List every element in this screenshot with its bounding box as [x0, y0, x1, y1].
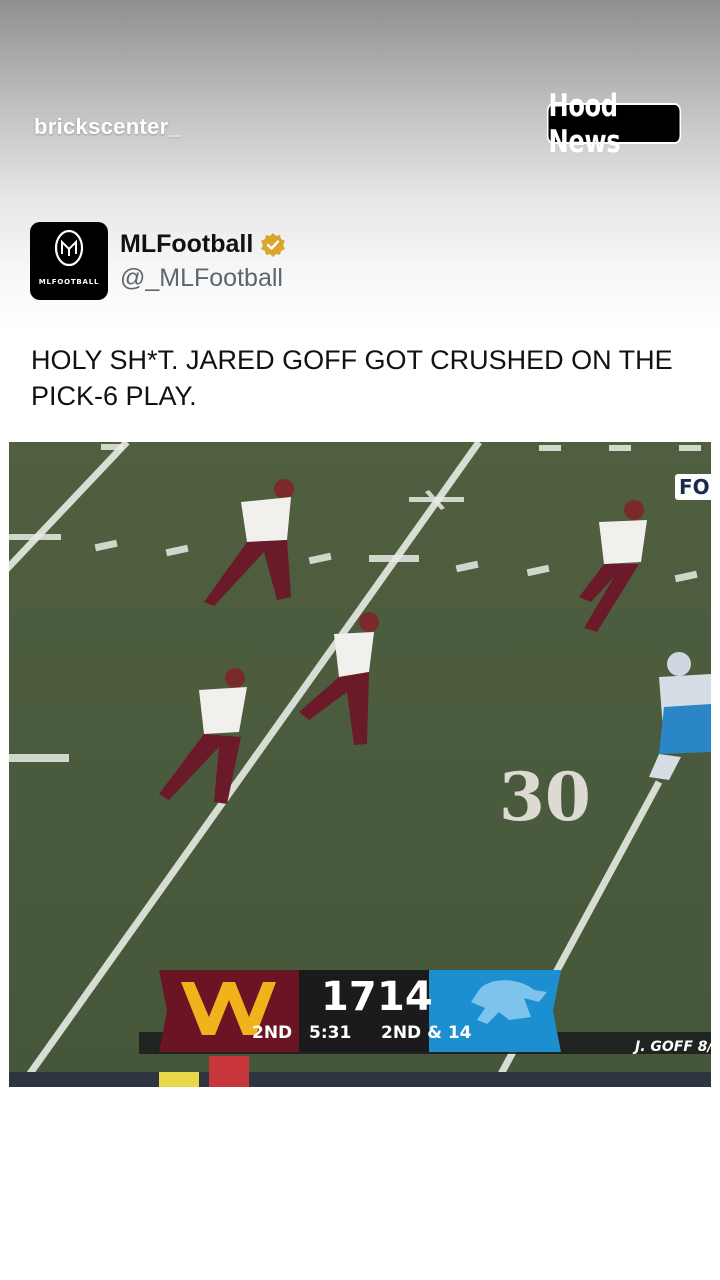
game-clock: 5:31 — [309, 1023, 351, 1043]
video-player[interactable]: 30 17 14 2ND 5:31 2ND & 14 J. GOFF 8/ FO — [9, 442, 711, 1087]
home-score: 17 — [321, 974, 377, 1020]
quarter: 2ND — [252, 1023, 292, 1043]
field-number: 30 — [499, 758, 591, 836]
overlay-username[interactable]: brickscenter_ — [34, 114, 181, 140]
player-caption: J. GOFF 8/ — [632, 1039, 711, 1055]
away-score: 14 — [377, 974, 433, 1020]
fox-network-logo: FO — [675, 474, 711, 500]
top-gradient-overlay — [0, 0, 720, 330]
down-distance: 2ND & 14 — [381, 1023, 472, 1043]
verified-badge-icon — [261, 233, 285, 257]
post-text: HOLY SH*T. JARED GOFF GOT CRUSHED ON THE… — [31, 345, 673, 411]
football-field-frame: 30 17 14 2ND 5:31 2ND & 14 J. GOFF 8/ — [9, 442, 711, 1087]
user-handle[interactable]: @_MLFootball — [120, 264, 283, 293]
display-name[interactable]: MLFootball — [120, 230, 253, 259]
avatar-label: MLFOOTBALL — [38, 278, 100, 286]
avatar[interactable]: MLFOOTBALL — [30, 222, 108, 300]
mlfootball-logo-icon — [54, 229, 84, 267]
hood-news-badge: Hood News — [546, 88, 682, 160]
